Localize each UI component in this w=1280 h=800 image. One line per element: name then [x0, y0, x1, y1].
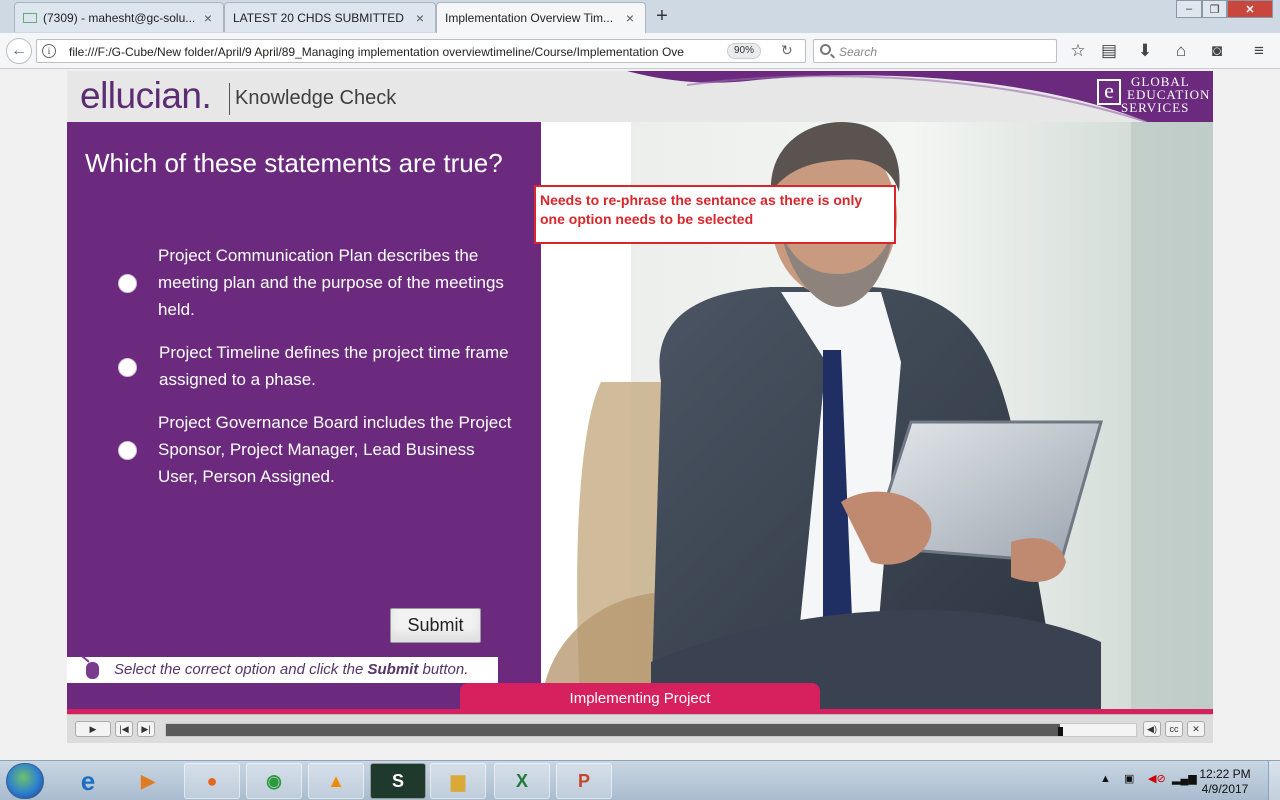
tab-inbox[interactable]: (7309) - mahesht@gc-solu... ×: [14, 2, 224, 32]
vlc-icon[interactable]: ▲: [308, 763, 364, 799]
option-2-text[interactable]: Project Timeline defines the project tim…: [159, 339, 514, 393]
tab-latest-chds[interactable]: LATEST 20 CHDS SUBMITTED ... ×: [224, 2, 436, 32]
network-device-icon[interactable]: ▣: [1124, 772, 1134, 785]
bookmark-star-icon[interactable]: ☆: [1068, 41, 1088, 61]
mail-icon: [23, 12, 37, 23]
logo-line-3: SERVICES: [1121, 100, 1190, 115]
clock-time: 12:22 PM: [1199, 767, 1251, 781]
back-button[interactable]: ←: [6, 38, 32, 64]
tab-label: Implementation Overview Tim...: [445, 11, 614, 25]
info-icon[interactable]: i: [42, 44, 56, 58]
home-icon[interactable]: ⌂: [1171, 41, 1191, 61]
zoom-level-badge[interactable]: 90%: [727, 43, 762, 59]
s-app-icon[interactable]: S: [370, 763, 426, 799]
reload-icon[interactable]: ↻: [781, 42, 793, 59]
instruction-bold: Submit: [367, 661, 419, 678]
browser-nav-bar: ← i file:///F:/G-Cube/New folder/April/9…: [0, 33, 1280, 69]
instruction-prefix: Select the correct option and click the: [114, 661, 368, 678]
option-3-radio[interactable]: [118, 441, 137, 460]
pocket-icon[interactable]: ◙: [1207, 41, 1227, 61]
show-desktop-button[interactable]: [1268, 761, 1280, 800]
option-2-radio[interactable]: [118, 358, 137, 377]
media-player-icon[interactable]: ▶: [120, 763, 176, 799]
option-3-text[interactable]: Project Governance Board includes the Pr…: [158, 409, 513, 490]
question-text: Which of these statements are true?: [85, 148, 503, 178]
close-window-button[interactable]: ✕: [1227, 0, 1273, 18]
search-placeholder: Search: [839, 45, 878, 59]
url-text[interactable]: file:///F:/G-Cube/New folder/April/9 Apr…: [69, 45, 709, 59]
instruction-suffix: button.: [418, 661, 469, 678]
page-title: Knowledge Check: [235, 87, 397, 109]
player-controls: ▶ |◀ ▶| ◀) cc ✕: [67, 714, 1213, 743]
option-2[interactable]: Project Timeline defines the project tim…: [115, 339, 515, 395]
menu-icon[interactable]: ≡: [1249, 41, 1269, 61]
question-panel: Which of these statements are true? Proj…: [67, 122, 541, 714]
firefox-icon[interactable]: ●: [184, 763, 240, 799]
tab-implementation-overview[interactable]: Implementation Overview Tim... ×: [436, 2, 646, 33]
chrome-icon[interactable]: ◉: [246, 763, 302, 799]
clock-date: 4/9/2017: [1201, 782, 1249, 796]
option-3[interactable]: Project Governance Board includes the Pr…: [115, 409, 515, 491]
tab-label: LATEST 20 CHDS SUBMITTED ...: [233, 10, 407, 25]
minimize-button[interactable]: –: [1176, 0, 1202, 18]
browser-tab-bar: (7309) - mahesht@gc-solu... × LATEST 20 …: [0, 0, 1280, 33]
tab-label: (7309) - mahesht@gc-solu...: [43, 10, 195, 25]
address-bar[interactable]: i file:///F:/G-Cube/New folder/April/9 A…: [36, 39, 806, 63]
search-input[interactable]: Search: [813, 39, 1057, 63]
logo-letter: e: [1097, 79, 1121, 105]
close-tab-icon[interactable]: ×: [623, 10, 637, 26]
global-education-services-logo: e GLOBAL EDUCATION SERVICES: [1089, 73, 1209, 121]
start-button[interactable]: [6, 763, 44, 799]
instruction-text: Select the correct option and click the …: [114, 661, 468, 678]
download-icon[interactable]: ⬇: [1135, 41, 1155, 61]
reading-list-icon[interactable]: ▤: [1099, 41, 1119, 61]
course-slide: ellucian. Knowledge Check e GLOBAL EDUCA…: [67, 71, 1213, 714]
logo-text: GLOBAL EDUCATION SERVICES: [1119, 75, 1210, 114]
system-clock[interactable]: 12:22 PM 4/9/2017: [1190, 767, 1260, 797]
play-button[interactable]: ▶: [75, 721, 111, 737]
close-tab-icon[interactable]: ×: [201, 10, 215, 26]
option-1-text[interactable]: Project Communication Plan describes the…: [158, 242, 513, 323]
search-icon: [820, 44, 831, 55]
windows-taskbar: e ▶ ● ◉ ▲ S ▆ X P ▲ ▣ ◀⊘ ▂▄▆ 12:22 PM 4/…: [0, 760, 1280, 800]
excel-icon[interactable]: X: [494, 763, 550, 799]
volume-muted-icon[interactable]: ◀⊘: [1148, 772, 1166, 785]
back-arrow-icon: ←: [11, 42, 27, 59]
seek-progress-fill: [166, 724, 1061, 736]
previous-button[interactable]: |◀: [115, 721, 133, 737]
seek-playhead[interactable]: [1058, 727, 1064, 736]
new-tab-button[interactable]: +: [652, 5, 672, 28]
close-player-button[interactable]: ✕: [1187, 721, 1205, 737]
next-button[interactable]: ▶|: [137, 721, 155, 737]
seek-bar[interactable]: [165, 723, 1137, 737]
mouse-icon: [86, 662, 99, 679]
ellucian-logo: ellucian.: [80, 75, 212, 116]
review-comment-text: Needs to re-phrase the sentance as there…: [540, 192, 863, 227]
internet-explorer-icon[interactable]: e: [60, 763, 116, 799]
review-comment-box: Needs to re-phrase the sentance as there…: [534, 185, 896, 244]
powerpoint-icon[interactable]: P: [556, 763, 612, 799]
volume-button[interactable]: ◀): [1143, 721, 1161, 737]
submit-button[interactable]: Submit: [390, 608, 481, 643]
header-divider: [229, 83, 230, 115]
course-header: ellucian. Knowledge Check e GLOBAL EDUCA…: [67, 71, 1213, 122]
option-1[interactable]: Project Communication Plan describes the…: [115, 242, 515, 324]
restore-button[interactable]: ❐: [1202, 0, 1227, 18]
closed-captions-button[interactable]: cc: [1165, 721, 1183, 737]
show-hidden-icons[interactable]: ▲: [1100, 773, 1111, 785]
option-1-radio[interactable]: [118, 274, 137, 293]
footer-title: Implementing Project: [460, 683, 820, 714]
close-tab-icon[interactable]: ×: [413, 10, 427, 26]
instruction-bar: Select the correct option and click the …: [67, 657, 498, 683]
file-explorer-icon[interactable]: ▆: [430, 763, 486, 799]
